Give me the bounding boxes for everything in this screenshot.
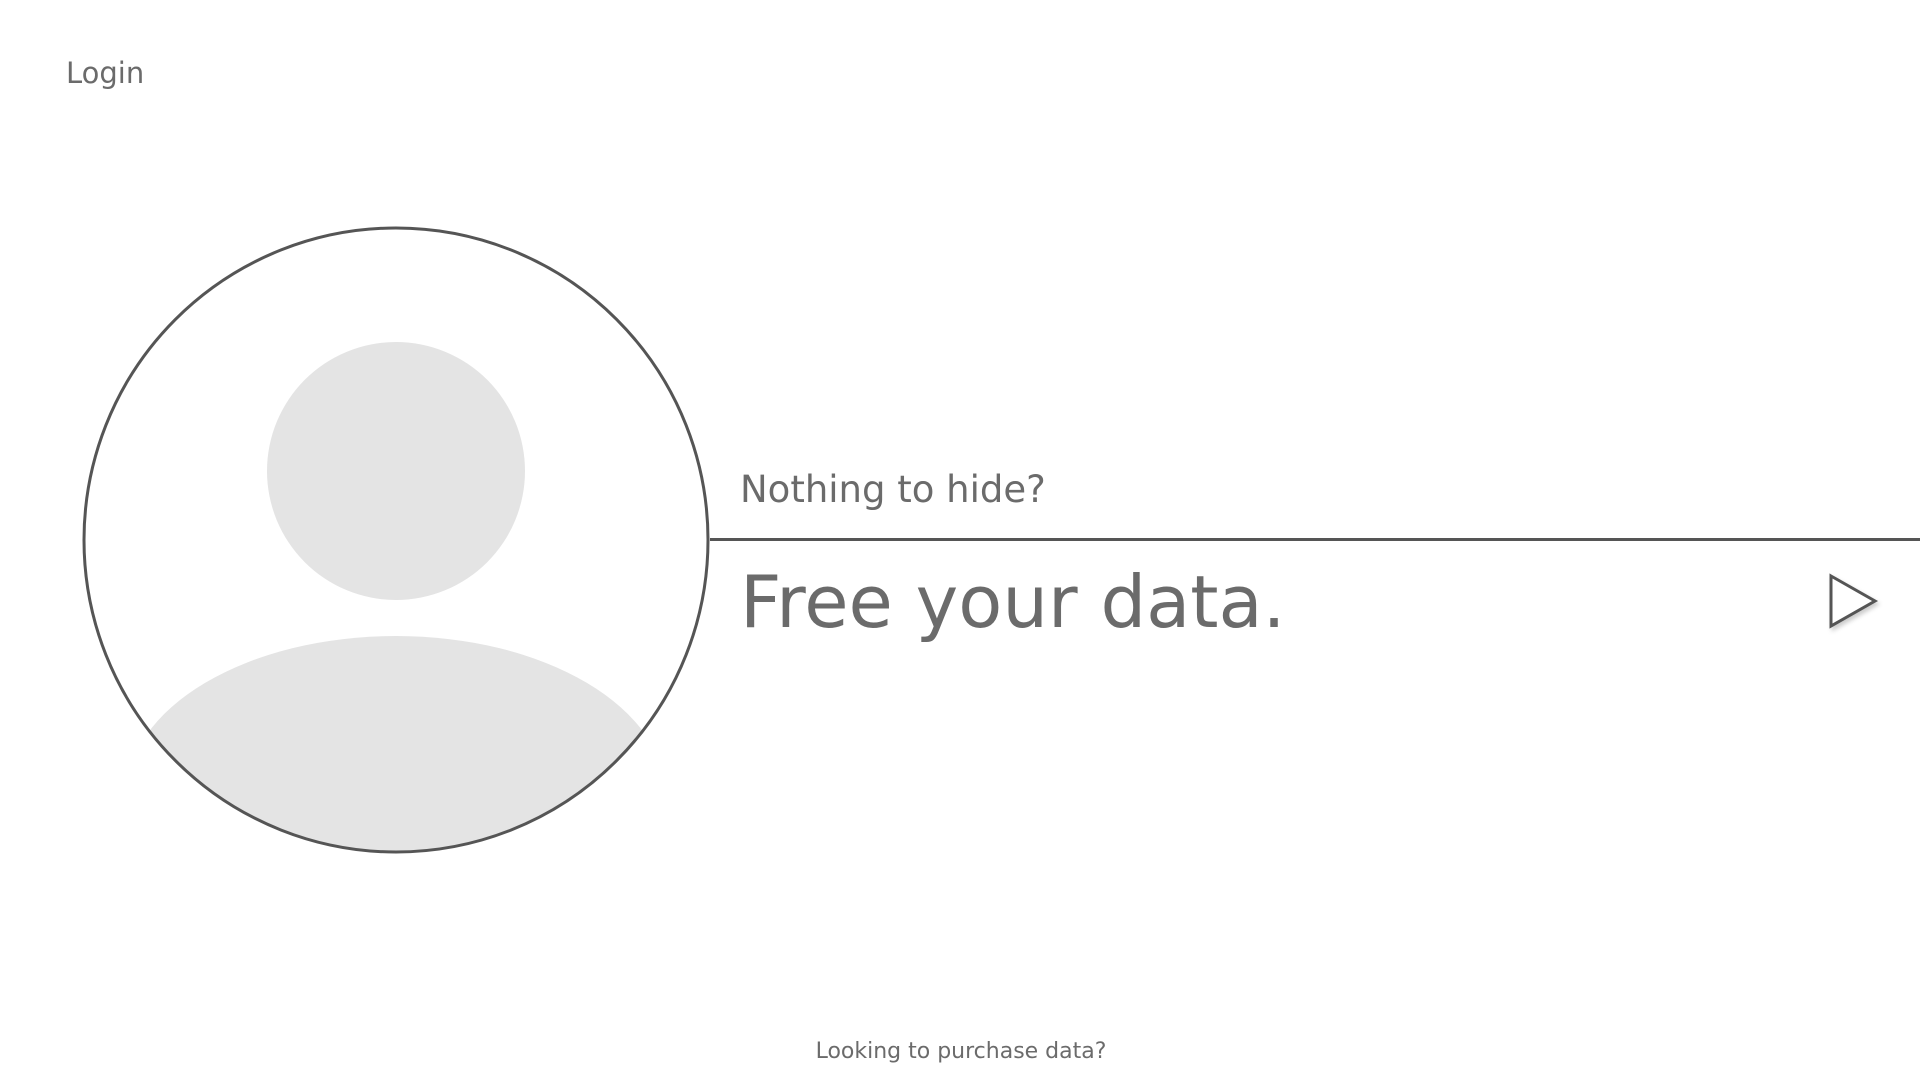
play-triangle-icon[interactable] bbox=[1822, 566, 1886, 636]
tagline: Nothing to hide? bbox=[740, 468, 1046, 511]
headline: Free your data. bbox=[740, 560, 1286, 644]
purchase-data-link[interactable]: Looking to purchase data? bbox=[0, 1039, 1920, 1064]
user-avatar-icon bbox=[82, 226, 710, 854]
divider-line bbox=[710, 538, 1920, 541]
login-link[interactable]: Login bbox=[66, 56, 144, 90]
avatar-head bbox=[267, 342, 525, 600]
